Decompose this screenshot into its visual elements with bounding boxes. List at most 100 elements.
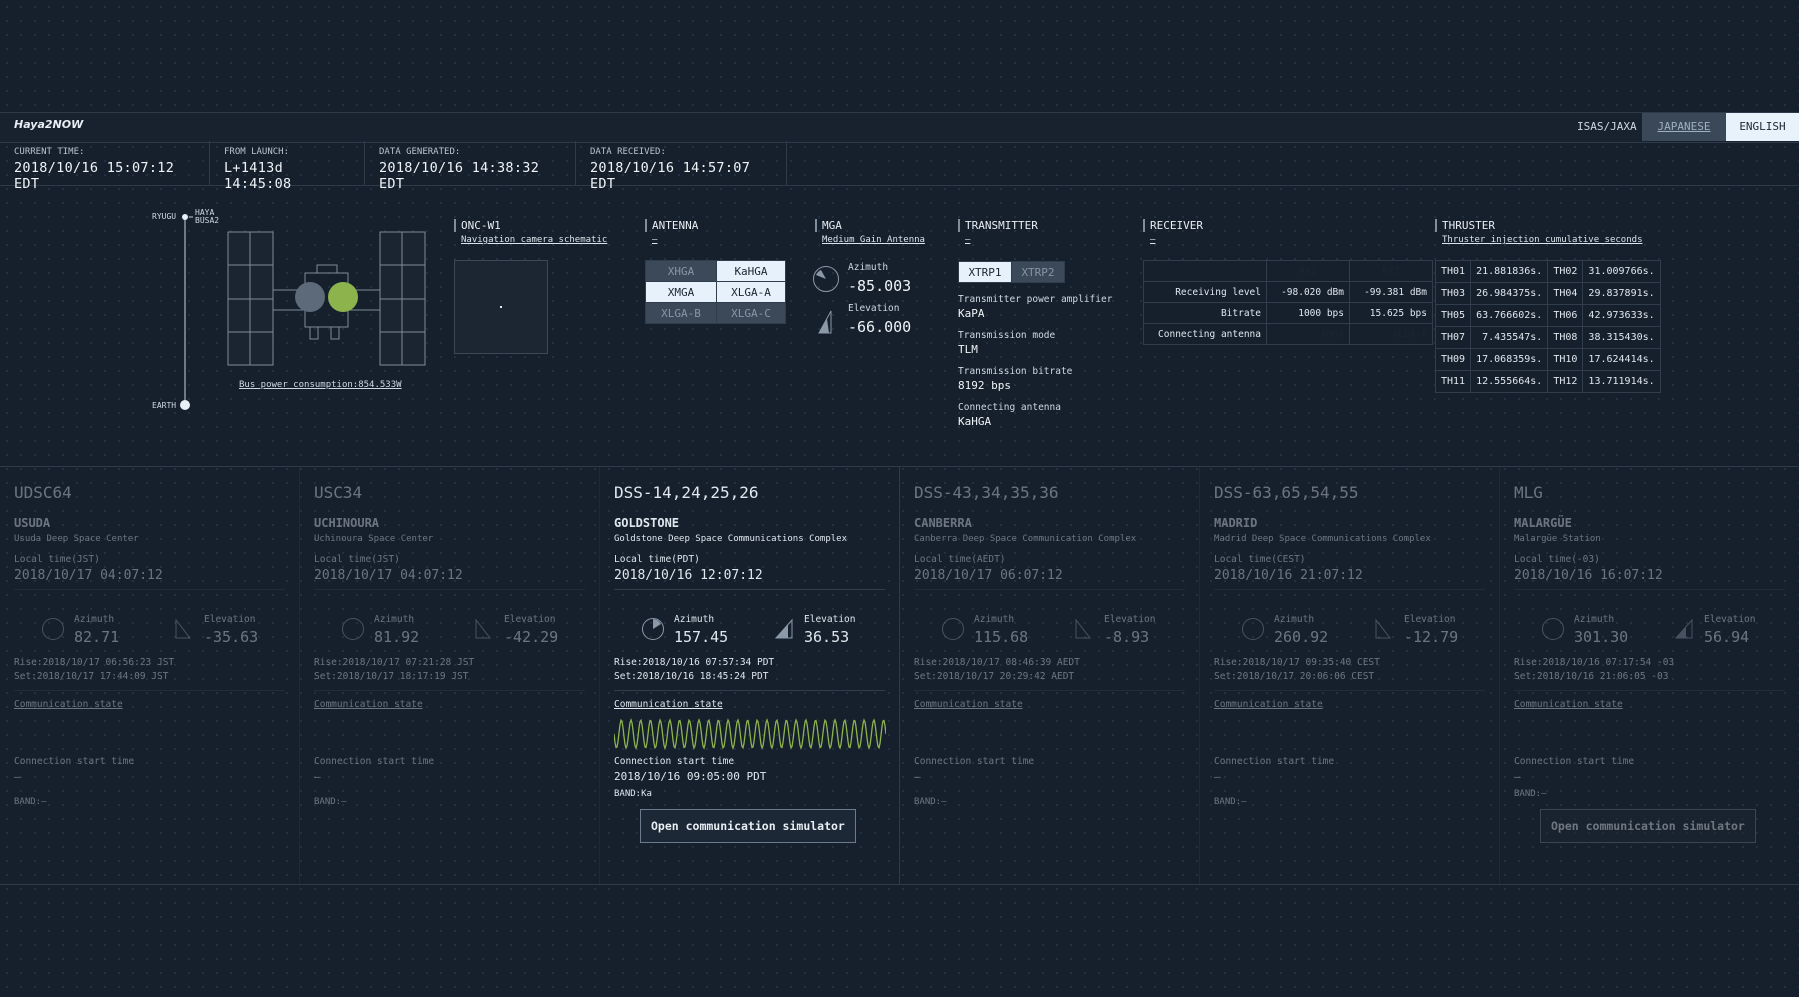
station-panel-malargue: MLG MALARGÜE Malargüe Station Local time… [1500,467,1799,884]
band-label: BAND:– [914,797,947,807]
antenna-xlga-a: XLGA-A [716,281,786,303]
rise-set-times: Rise:2018/10/17 06:56:23 JST Set:2018/10… [14,656,285,691]
thruster-seconds: 17.624414s. [1582,348,1661,371]
azimuth-label: Azimuth [974,614,1015,625]
onc-title: ONC-W1 [454,219,607,232]
thruster-id: TH11 [1434,370,1472,393]
station-name: GOLDSTONE [614,516,680,530]
local-time-label: Local time(JST) [14,554,100,565]
table-row: TH01 21.881836s. TH02 31.009766s. [1434,260,1661,283]
thruster-id: TH04 [1547,282,1584,305]
thruster-id: TH01 [1434,260,1472,283]
azimuth-value: 157.45 [674,628,729,646]
table-row: TH03 26.984375s. TH04 29.837891s. [1434,282,1661,305]
bitrate-label: Bitrate [1143,302,1267,324]
communication-waveform [914,714,1185,754]
thruster-id: TH10 [1547,348,1584,371]
communication-state-label: Communication state [14,699,123,710]
navigation-camera-view [454,260,548,354]
antenna-subtitle: – [652,235,658,245]
bus-power: Bus power consumption:854.533W [239,380,402,390]
mga-azimuth-value: -85.003 [848,277,912,295]
station-panel-usuda: UDSC64 USUDA Usuda Deep Space Center Loc… [0,467,300,884]
connection-start-label: Connection start time [14,756,135,767]
open-simulator-button[interactable]: Open communication simulator [640,809,856,843]
transmitter-fields: Transmitter power amplifier KaPA Transmi… [958,294,1138,428]
xtrp2-tab: XTRP2 [1011,261,1065,283]
thruster-id: TH03 [1434,282,1472,305]
rise-time: Rise:2018/10/16 07:17:54 -03 [1514,657,1675,668]
thruster-seconds: 12.555664s. [1470,370,1549,393]
local-time-value: 2018/10/17 06:07:12 [914,568,1185,590]
rise-time: Rise:2018/10/16 07:57:34 PDT [614,657,775,668]
communication-waveform [14,714,285,754]
elevation-dial-icon [1374,616,1394,644]
onc-subtitle: Navigation camera schematic [461,235,608,245]
azimuth-dial-icon [1242,618,1264,640]
elevation-label: Elevation [1404,614,1456,625]
azimuth-label: Azimuth [374,614,415,625]
tx-amplifier-label: Transmitter power amplifier [958,294,1113,305]
rise-set-times: Rise:2018/10/16 07:17:54 -03 Set:2018/10… [1514,656,1785,691]
elevation-dial-icon [174,616,194,644]
tx-bitrate-value: 8192 bps [958,379,1011,392]
thruster-id: TH08 [1547,326,1584,349]
table-row: TH09 17.068359s. TH10 17.624414s. [1434,348,1661,371]
azimuth-value: 81.92 [374,628,420,646]
xtrp1-tab: XTRP1 [958,261,1012,283]
rx1-header: RX1 [1266,260,1350,282]
isas-jaxa-link[interactable]: ISAS/JAXA [1563,113,1651,141]
set-time: Set:2018/10/16 18:45:24 PDT [614,671,769,682]
station-gauges: Azimuth 301.30 Elevation 56.94 [1514,596,1785,656]
rise-time: Rise:2018/10/17 07:21:28 JST [314,657,475,668]
station-full-name: Madrid Deep Space Communications Complex [1214,534,1431,544]
tx-antenna-label: Connecting antenna [958,402,1061,413]
thruster-table: TH01 21.881836s. TH02 31.009766s. TH03 2… [1434,260,1661,393]
azimuth-dial-icon [642,618,664,640]
rx2-connecting-antenna: XLGA-A [1349,323,1433,345]
band-label: BAND:– [1214,797,1247,807]
thruster-seconds: 42.973633s. [1582,304,1661,327]
current-time-label: CURRENT TIME: [14,147,85,157]
data-received: DATA RECEIVED: 2018/10/16 14:57:07 EDT [576,141,787,192]
rx1-connecting-antenna: XMGA [1266,323,1350,345]
receiver-title: RECEIVER [1143,219,1203,232]
open-simulator-button[interactable]: Open communication simulator [1540,809,1756,843]
tx-antenna-value: KaHGA [958,415,992,428]
azimuth-dial-icon [942,618,964,640]
elevation-label: Elevation [504,614,556,625]
transmitter-panel: TRANSMITTER – [958,219,1038,245]
rx2-receiving-level: -99.381 dBm [1349,281,1433,303]
earth-marker [180,400,190,410]
station-code: DSS-43,34,35,36 [914,483,1059,502]
station-full-name: Malargüe Station [1514,534,1601,544]
rise-time: Rise:2018/10/17 08:46:39 AEDT [914,657,1080,668]
station-full-name: Uchinoura Space Center [314,534,434,544]
antenna-title: ANTENNA [645,219,698,232]
thruster-id: TH05 [1434,304,1472,327]
station-name: UCHINOURA [314,516,380,530]
communication-state-label: Communication state [314,699,423,710]
connection-start-value: – [314,770,321,783]
communication-state-label: Communication state [914,699,1023,710]
rise-set-times: Rise:2018/10/17 09:35:40 CEST Set:2018/1… [1214,656,1485,691]
communication-waveform [1214,714,1485,754]
connecting-antenna-label: Connecting antenna [1143,323,1267,345]
from-launch-label: FROM LAUNCH: [224,147,290,157]
azimuth-dial-icon [42,618,64,640]
data-generated-label: DATA GENERATED: [379,147,461,157]
antenna-xlga-c: XLGA-C [716,302,786,324]
app-brand[interactable]: Haya2NOW [14,118,83,131]
azimuth-label: Azimuth [1574,614,1615,625]
elevation-value: -12.79 [1404,628,1459,646]
rise-time: Rise:2018/10/17 06:56:23 JST [14,657,175,668]
language-japanese-button[interactable]: JAPANESE [1642,113,1726,141]
mga-subtitle: Medium Gain Antenna [822,235,925,245]
language-english-button[interactable]: ENGLISH [1726,113,1799,141]
antenna-grid: XHGA KaHGA XMGA XLGA-A XLGA-B XLGA-C [645,260,786,324]
rise-set-times: Rise:2018/10/17 08:46:39 AEDT Set:2018/1… [914,656,1185,691]
station-full-name: Usuda Deep Space Center [14,534,139,544]
camera-target-dot [500,306,502,308]
station-name: CANBERRA [914,516,972,530]
ryugu-label: RYUGU [152,212,177,221]
